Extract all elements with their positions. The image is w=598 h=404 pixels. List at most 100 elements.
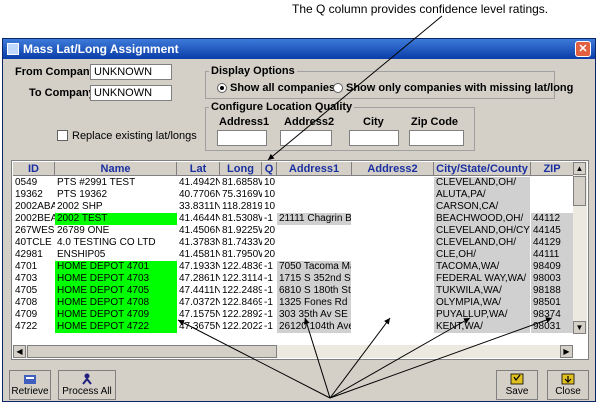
close-window-button[interactable]: ✕: [575, 41, 591, 57]
cell-addr2[interactable]: [352, 225, 434, 237]
save-button[interactable]: Save: [496, 370, 538, 400]
cell-name[interactable]: HOME DEPOT 4701: [55, 261, 177, 273]
cell-lat[interactable]: 41.3783N: [177, 237, 220, 249]
cell-addr1[interactable]: [277, 237, 352, 249]
cell-lat[interactable]: 47.2861N: [177, 273, 220, 285]
cell-addr1[interactable]: [277, 177, 352, 189]
cell-zip[interactable]: [531, 189, 574, 201]
cell-addr2[interactable]: [352, 273, 434, 285]
cell-id[interactable]: 2002ABA: [13, 201, 55, 213]
cell-zip[interactable]: 98374: [531, 309, 574, 321]
cell-addr1[interactable]: 6810 S 180th St: [277, 285, 352, 297]
cell-name[interactable]: 26789 ONE: [55, 225, 177, 237]
cell-addr2[interactable]: [352, 261, 434, 273]
cell-zip[interactable]: 44129: [531, 237, 574, 249]
cell-lat[interactable]: 47.0372N: [177, 297, 220, 309]
replace-latlong-checkbox[interactable]: [57, 130, 68, 141]
cell-zip[interactable]: [531, 201, 574, 213]
grid-vertical-scrollbar[interactable]: ▲ ▼: [573, 162, 587, 334]
cell-addr1[interactable]: 303 35th Av SE: [277, 309, 352, 321]
cell-long[interactable]: 122.2489W: [220, 285, 262, 297]
cell-id[interactable]: 42981: [13, 249, 55, 261]
cell-name[interactable]: 4.0 TESTING CO LTD: [55, 237, 177, 249]
cell-zip[interactable]: 98409: [531, 261, 574, 273]
cell-city[interactable]: TUKWILA,WA/: [434, 285, 531, 297]
cell-long[interactable]: 81.7433W: [220, 237, 262, 249]
cell-city[interactable]: PUYALLUP,WA/: [434, 309, 531, 321]
cell-long[interactable]: 81.9225W: [220, 225, 262, 237]
cell-addr2[interactable]: [352, 201, 434, 213]
cell-id[interactable]: 2002BEA: [13, 213, 55, 225]
show-missing-radio[interactable]: [333, 83, 343, 93]
cell-zip[interactable]: 44112: [531, 213, 574, 225]
cell-zip[interactable]: 44145: [531, 225, 574, 237]
address2-quality-input[interactable]: [280, 130, 332, 146]
cell-addr2[interactable]: [352, 321, 434, 333]
cell-q[interactable]: 10: [262, 189, 277, 201]
cell-zip[interactable]: [531, 177, 574, 189]
horizontal-scroll-thumb[interactable]: [27, 345, 277, 358]
cell-q[interactable]: 10: [262, 177, 277, 189]
cell-city[interactable]: CLEVELAND,OH/: [434, 237, 531, 249]
col-header-name[interactable]: Name: [55, 162, 177, 176]
scroll-up-arrow-icon[interactable]: ▲: [573, 162, 586, 175]
grid-horizontal-scrollbar[interactable]: ◀ ▶: [13, 345, 573, 358]
cell-name[interactable]: PTS #2991 TEST: [55, 177, 177, 189]
cell-name[interactable]: HOME DEPOT 4703: [55, 273, 177, 285]
cell-name[interactable]: HOME DEPOT 4709: [55, 309, 177, 321]
cell-long[interactable]: 75.3169W: [220, 189, 262, 201]
cell-zip[interactable]: 98188: [531, 285, 574, 297]
col-header-city[interactable]: City/State/County: [434, 162, 531, 176]
cell-q[interactable]: -1: [262, 297, 277, 309]
from-company-field[interactable]: UNKNOWN: [90, 64, 172, 80]
city-quality-input[interactable]: [349, 130, 399, 146]
cell-addr1[interactable]: 26120 104th Ave S: [277, 321, 352, 333]
cell-q[interactable]: -1: [262, 321, 277, 333]
cell-long[interactable]: 81.6858W: [220, 177, 262, 189]
cell-zip[interactable]: 98501: [531, 297, 574, 309]
title-bar[interactable]: Mass Lat/Long Assignment ✕: [3, 39, 595, 59]
cell-q[interactable]: 10: [262, 201, 277, 213]
retrieve-button[interactable]: Retrieve: [9, 370, 51, 400]
cell-long[interactable]: 122.2022W: [220, 321, 262, 333]
cell-city[interactable]: ALUTA,PA/: [434, 189, 531, 201]
col-header-zip[interactable]: ZIP: [531, 162, 574, 176]
cell-lat[interactable]: 41.4506N: [177, 225, 220, 237]
cell-city[interactable]: CARSON,CA/: [434, 201, 531, 213]
table-row[interactable]: 4709HOME DEPOT 470947.1575N122.2892W-130…: [12, 309, 574, 321]
table-row[interactable]: 2002ABA2002 SHP33.8311N118.2819W10 CARSON…: [12, 201, 574, 213]
cell-zip[interactable]: 44111: [531, 249, 574, 261]
cell-city[interactable]: OLYMPIA,WA/: [434, 297, 531, 309]
cell-q[interactable]: 20: [262, 237, 277, 249]
cell-q[interactable]: -1: [262, 273, 277, 285]
table-row[interactable]: 4703HOME DEPOT 470347.2861N122.3114W-117…: [12, 273, 574, 285]
cell-city[interactable]: BEACHWOOD,OH/: [434, 213, 531, 225]
table-row[interactable]: 4705HOME DEPOT 470547.4411N122.2489W-168…: [12, 285, 574, 297]
cell-id[interactable]: 4709: [13, 309, 55, 321]
cell-name[interactable]: HOME DEPOT 4722: [55, 321, 177, 333]
cell-long[interactable]: 122.4836W: [220, 261, 262, 273]
cell-name[interactable]: 2002 SHP: [55, 201, 177, 213]
company-grid[interactable]: ID Name Lat Long Q Address1 Address2 Cit…: [11, 160, 589, 360]
cell-id[interactable]: 40TCLE: [13, 237, 55, 249]
table-row[interactable]: 19362PTS 1936240.7706N75.3169W10 ALUTA,PA…: [12, 189, 574, 201]
col-header-long[interactable]: Long: [220, 162, 262, 176]
col-header-address1[interactable]: Address1: [277, 162, 352, 176]
cell-addr1[interactable]: [277, 201, 352, 213]
cell-addr1[interactable]: 1715 S 352nd St: [277, 273, 352, 285]
close-button[interactable]: Close: [547, 370, 589, 400]
cell-name[interactable]: HOME DEPOT 4705: [55, 285, 177, 297]
cell-lat[interactable]: 41.4581N: [177, 249, 220, 261]
cell-id[interactable]: 0549: [13, 177, 55, 189]
cell-city[interactable]: TACOMA,WA/: [434, 261, 531, 273]
cell-id[interactable]: 4722: [13, 321, 55, 333]
cell-addr2[interactable]: [352, 285, 434, 297]
cell-lat[interactable]: 47.1933N: [177, 261, 220, 273]
col-header-address2[interactable]: Address2: [352, 162, 434, 176]
cell-addr1[interactable]: 21111 Chagrin Blv: [277, 213, 352, 225]
scroll-left-arrow-icon[interactable]: ◀: [13, 345, 26, 358]
cell-addr2[interactable]: [352, 237, 434, 249]
cell-city[interactable]: KENT,WA/: [434, 321, 531, 333]
cell-q[interactable]: -1: [262, 261, 277, 273]
cell-q[interactable]: 20: [262, 225, 277, 237]
